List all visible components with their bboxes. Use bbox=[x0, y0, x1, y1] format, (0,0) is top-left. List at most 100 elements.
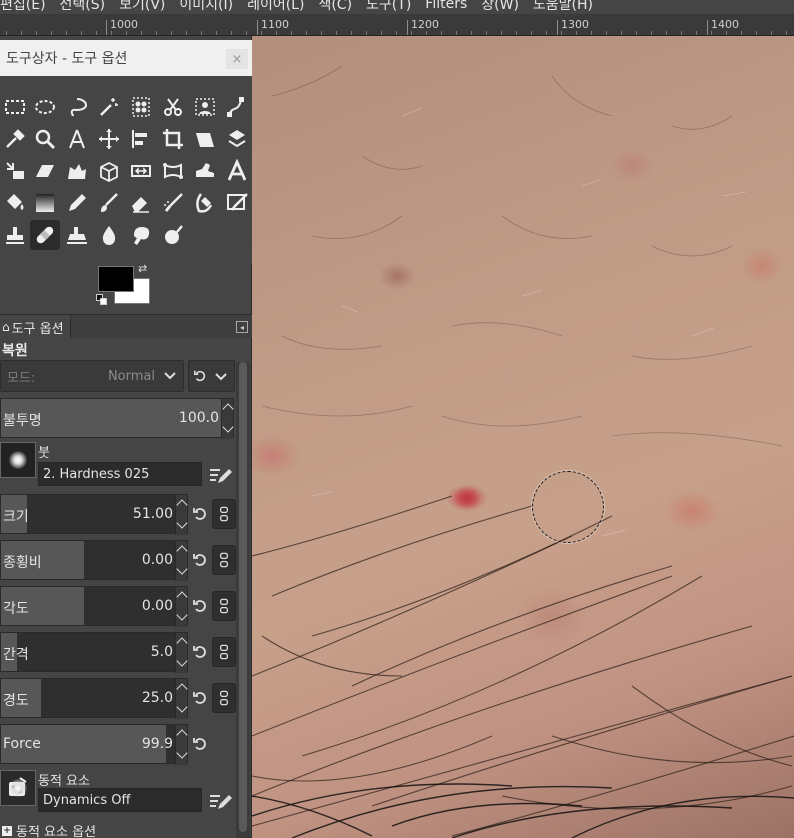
perspective-tool[interactable] bbox=[30, 156, 60, 186]
reset-angle-icon[interactable] bbox=[192, 598, 208, 614]
force-stepper[interactable] bbox=[175, 725, 187, 765]
hardness-spinner[interactable]: 경도 25.0 bbox=[0, 678, 188, 719]
smudge-tool[interactable] bbox=[126, 220, 156, 250]
link-aspect-button[interactable] bbox=[212, 545, 236, 575]
unified-transform-tool[interactable] bbox=[190, 124, 220, 154]
blur-sharpen-tool[interactable] bbox=[94, 220, 124, 250]
tab-tool-options[interactable]: ⌂ 도구 옵션 bbox=[0, 315, 71, 339]
aspect-ratio-spinner[interactable]: 종횡비 0.00 bbox=[0, 540, 188, 581]
handle-transform-tool[interactable] bbox=[158, 156, 188, 186]
flip-tool[interactable] bbox=[0, 156, 30, 186]
tab-menu-icon[interactable]: ◂ bbox=[236, 321, 248, 333]
edit-brush-icon[interactable] bbox=[208, 464, 232, 486]
scissors-select-tool[interactable] bbox=[158, 92, 188, 122]
scale-tool[interactable] bbox=[126, 156, 156, 186]
fg-bg-colors[interactable]: ⇄ bbox=[96, 262, 156, 310]
menu-tools[interactable]: 도구(T) bbox=[366, 0, 411, 14]
brush-name-field[interactable]: 2. Hardness 025 bbox=[38, 462, 202, 486]
dock-scrollbar[interactable] bbox=[236, 362, 250, 838]
horizontal-ruler[interactable]: 1000 1100 1200 1300 1400 bbox=[0, 14, 794, 36]
ruler-minor-tick bbox=[726, 31, 727, 35]
menu-windows[interactable]: 창(W) bbox=[481, 0, 519, 14]
mypaint-brush-tool[interactable] bbox=[222, 188, 252, 218]
angle-spinner[interactable]: 각도 0.00 bbox=[0, 586, 188, 627]
foreground-select-tool[interactable] bbox=[190, 92, 220, 122]
color-picker-tool[interactable] bbox=[0, 124, 30, 154]
dynamics-name-field[interactable]: Dynamics Off bbox=[38, 788, 202, 812]
bucket-fill-tool[interactable] bbox=[0, 188, 30, 218]
dodge-burn-tool[interactable] bbox=[158, 220, 188, 250]
paintbrush-tool[interactable] bbox=[94, 188, 124, 218]
force-spinner[interactable]: Force 99.9 bbox=[0, 724, 188, 765]
size-spinner[interactable]: 크기 51.00 bbox=[0, 494, 188, 535]
menu-filters[interactable]: Filters bbox=[425, 0, 467, 12]
menu-edit[interactable]: 편집(E) bbox=[0, 0, 46, 14]
reset-force-icon[interactable] bbox=[192, 736, 208, 752]
measure-tool[interactable] bbox=[62, 124, 92, 154]
airbrush-tool[interactable] bbox=[158, 188, 188, 218]
smudge-shape-tool[interactable] bbox=[190, 156, 220, 186]
heal-tool[interactable] bbox=[30, 220, 60, 250]
scrollbar-thumb[interactable] bbox=[239, 362, 247, 832]
spacing-spinner[interactable]: 간격 5.0 bbox=[0, 632, 188, 673]
swap-colors-icon[interactable]: ⇄ bbox=[138, 262, 147, 275]
edit-dynamics-icon[interactable] bbox=[208, 790, 232, 812]
zoom-tool[interactable] bbox=[30, 124, 60, 154]
gradient-tool[interactable] bbox=[30, 188, 60, 218]
menu-layer[interactable]: 레이어(L) bbox=[247, 0, 304, 14]
size-stepper[interactable] bbox=[175, 495, 187, 535]
foreground-color-swatch[interactable] bbox=[98, 266, 134, 292]
paths-icon bbox=[227, 97, 244, 117]
hardness-stepper[interactable] bbox=[175, 679, 187, 719]
link-spacing-button[interactable] bbox=[212, 637, 236, 667]
pencil-tool[interactable] bbox=[62, 188, 92, 218]
ellipse-select-tool[interactable] bbox=[30, 92, 60, 122]
skin-texture bbox=[252, 65, 794, 838]
free-select-tool[interactable] bbox=[62, 92, 92, 122]
menu-help[interactable]: 도움말(H) bbox=[533, 0, 593, 14]
reset-size-icon[interactable] bbox=[192, 506, 208, 522]
image-canvas[interactable] bbox=[252, 36, 794, 838]
menu-colors[interactable]: 색(C) bbox=[318, 0, 352, 14]
dynamics-preview[interactable] bbox=[0, 770, 36, 806]
clone-tool[interactable] bbox=[0, 220, 30, 250]
eraser-tool[interactable] bbox=[126, 188, 156, 218]
warp-transform-tool[interactable] bbox=[222, 124, 252, 154]
link-size-button[interactable] bbox=[212, 499, 236, 529]
link-hardness-button[interactable] bbox=[212, 683, 236, 713]
menu-image[interactable]: 이미지(I) bbox=[179, 0, 233, 14]
dock-title-bar[interactable]: 도구상자 - 도구 옵션 × bbox=[0, 40, 252, 76]
reset-hardness-icon[interactable] bbox=[192, 690, 208, 706]
menu-select[interactable]: 선택(S) bbox=[60, 0, 106, 14]
reset-spacing-icon[interactable] bbox=[192, 644, 208, 660]
fuzzy-select-tool[interactable] bbox=[94, 92, 124, 122]
3d-transform-tool[interactable] bbox=[94, 156, 124, 186]
close-icon[interactable]: × bbox=[226, 49, 248, 69]
move-tool[interactable] bbox=[94, 124, 124, 154]
brush-preview[interactable] bbox=[0, 442, 36, 478]
mode-reset-menu[interactable] bbox=[188, 360, 235, 392]
select-by-color-tool[interactable] bbox=[126, 92, 156, 122]
opacity-stepper[interactable] bbox=[221, 399, 233, 439]
hardness-label: 경도 bbox=[3, 693, 29, 709]
perspective-clone-tool[interactable] bbox=[62, 220, 92, 250]
default-colors-icon[interactable] bbox=[96, 294, 108, 306]
opacity-spinner[interactable]: 불투명 100.0 bbox=[0, 398, 234, 439]
rect-select-tool[interactable] bbox=[0, 92, 30, 122]
aspect-stepper[interactable] bbox=[175, 541, 187, 581]
crop-tool[interactable] bbox=[158, 124, 188, 154]
align-tool[interactable] bbox=[126, 124, 156, 154]
menu-view[interactable]: 보기(V) bbox=[119, 0, 165, 14]
link-angle-button[interactable] bbox=[212, 591, 236, 621]
text-tool[interactable] bbox=[222, 156, 252, 186]
ruler-minor-tick bbox=[21, 31, 22, 35]
spacing-stepper[interactable] bbox=[175, 633, 187, 673]
reset-aspect-icon[interactable] bbox=[192, 552, 208, 568]
cage-transform-tool[interactable] bbox=[62, 156, 92, 186]
ink-tool[interactable] bbox=[190, 188, 220, 218]
dynamics-options-expander[interactable]: + 동적 요소 옵션 bbox=[2, 821, 96, 838]
mode-select[interactable]: 모드: Normal bbox=[0, 360, 184, 392]
airbrush-icon bbox=[164, 193, 183, 212]
angle-stepper[interactable] bbox=[175, 587, 187, 627]
paths-tool[interactable] bbox=[222, 92, 252, 122]
